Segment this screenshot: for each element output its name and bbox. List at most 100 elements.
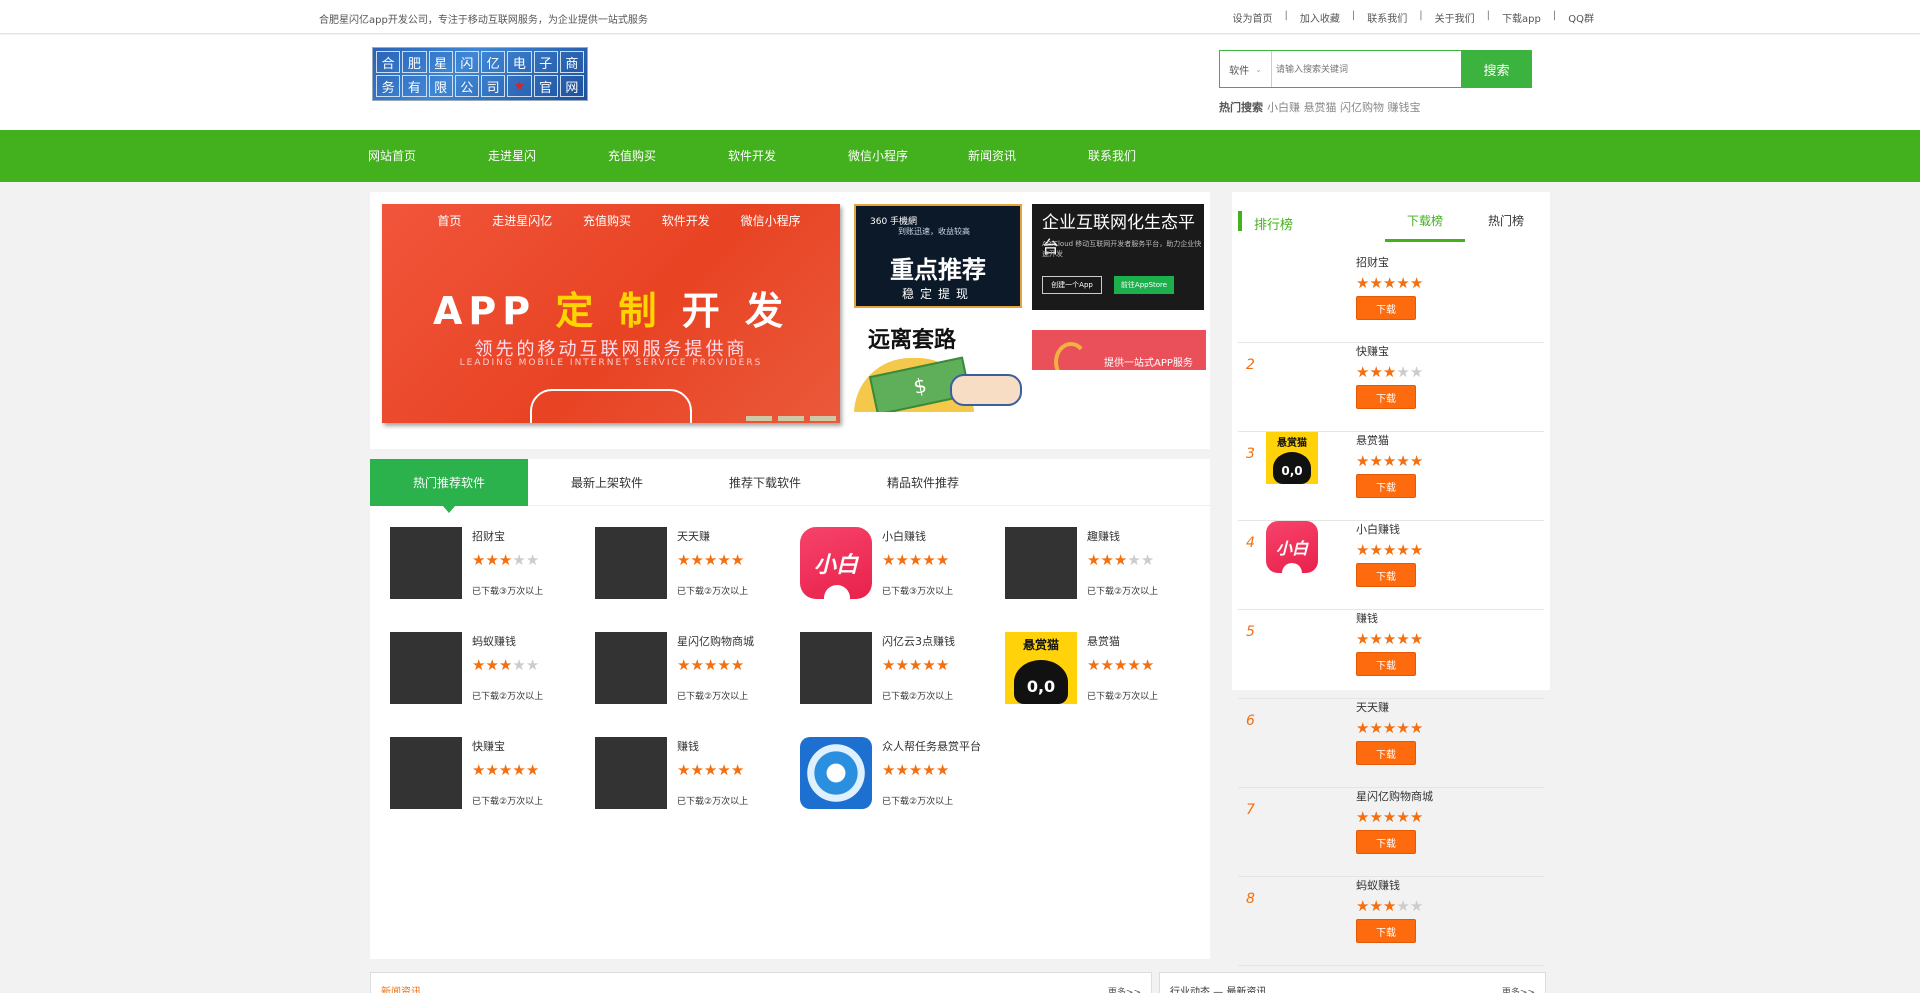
banner-menu: 首页 走进星闪亿 充值购买 软件开发 微信小程序	[382, 212, 840, 229]
search-category-select[interactable]: 软件 ⌄	[1220, 51, 1272, 87]
hot-search-words[interactable]: 小白赚 悬赏猫 闪亿购物 赚钱宝	[1267, 101, 1421, 114]
xiaobai-app-icon[interactable]: 小白	[800, 527, 872, 601]
ranking-item: 7 星闪亿购物商城 ★★★★★ 下载	[1238, 788, 1544, 877]
app-placeholder-icon[interactable]	[390, 527, 462, 599]
app-card[interactable]: 蚂蚁赚钱 ★★★★★ 已下载②万次以上	[390, 632, 580, 704]
app-placeholder-icon[interactable]	[595, 737, 667, 809]
app-download-count: 已下载②万次以上	[677, 692, 749, 702]
logo-char: 肥	[402, 51, 427, 73]
app-card[interactable]: 赚众人帮任务悬赏平台 ★★★★★ 已下载②万次以上	[800, 737, 990, 809]
app-name[interactable]: 众人帮任务悬赏平台	[882, 738, 981, 754]
app-card[interactable]: 招财宝 ★★★★★ 已下载③万次以上	[390, 527, 580, 599]
rank-app-name[interactable]: 小白赚钱	[1356, 521, 1400, 537]
tab-hot[interactable]: 热门推荐软件	[370, 459, 528, 513]
ranking-tab-downloads[interactable]: 下载榜	[1385, 206, 1465, 242]
rank-app-name[interactable]: 天天赚	[1356, 699, 1389, 715]
cat-app-icon[interactable]: 悬赏猫 0,0	[1266, 432, 1318, 484]
app-name[interactable]: 趣赚钱	[1087, 528, 1120, 544]
nav-item-recharge[interactable]: 充值购买	[608, 147, 656, 164]
tab-newest[interactable]: 最新上架软件	[528, 459, 686, 506]
app-name[interactable]: 天天赚	[677, 528, 710, 544]
slider-dot[interactable]	[810, 416, 836, 421]
app-placeholder-icon[interactable]	[800, 632, 872, 704]
banner-menu-item: 走进星闪亿	[492, 214, 553, 228]
top-link-home[interactable]: 设为首页	[1233, 10, 1273, 25]
app-placeholder-icon[interactable]	[595, 527, 667, 599]
nav-item-software[interactable]: 软件开发	[728, 147, 776, 164]
app-card[interactable]: 赚钱 ★★★★★ 已下载②万次以上	[595, 737, 785, 809]
rank-app-name[interactable]: 悬赏猫	[1356, 432, 1389, 448]
top-link-download-app[interactable]: 下载app	[1502, 10, 1541, 25]
ad-recommend[interactable]: 360 手機網 到账迅速，收益较高 重点推荐 稳定提现	[854, 204, 1022, 308]
rank-download-button[interactable]: 下载	[1356, 652, 1416, 676]
rank-download-button[interactable]: 下载	[1356, 830, 1416, 854]
banner-menu-item: 充值购买	[582, 214, 631, 228]
top-link-qq[interactable]: QQ群	[1568, 10, 1594, 25]
app-name[interactable]: 星闪亿购物商城	[677, 633, 754, 649]
nav-item-news[interactable]: 新闻资讯	[968, 147, 1016, 164]
app-card[interactable]: 天天赚 ★★★★★ 已下载②万次以上	[595, 527, 785, 599]
logo-char: 合	[376, 51, 401, 73]
industry-box-title: 行业动态 — 最新资讯	[1170, 987, 1267, 993]
rank-app-name[interactable]: 蚂蚁赚钱	[1356, 877, 1400, 893]
ranking-header: 排行榜 下载榜 热门榜	[1238, 206, 1546, 242]
logo-char: 星	[428, 51, 453, 73]
top-link-about[interactable]: 关于我们	[1435, 10, 1475, 25]
rank-app-name[interactable]: 赚钱	[1356, 610, 1378, 626]
tab-recommended[interactable]: 推荐下载软件	[686, 459, 844, 506]
app-placeholder-icon[interactable]	[595, 632, 667, 704]
search-input[interactable]	[1276, 57, 1456, 81]
top-link-contact[interactable]: 联系我们	[1367, 10, 1407, 25]
tab-featured[interactable]: 精品软件推荐	[844, 459, 1002, 506]
site-logo[interactable]: 合 肥 星 闪 亿 电 子 商 务 有 限 公 司 ★ 官 网	[372, 47, 588, 101]
rank-download-button[interactable]: 下载	[1356, 296, 1416, 320]
app-name[interactable]: 招财宝	[472, 528, 505, 544]
nav-item-home[interactable]: 网站首页	[368, 147, 416, 164]
app-name[interactable]: 闪亿云3点赚钱	[882, 633, 955, 649]
zhuan-app-icon[interactable]: 赚	[800, 737, 872, 809]
nav-item-contact[interactable]: 联系我们	[1088, 147, 1136, 164]
app-download-count: 已下载②万次以上	[882, 797, 954, 807]
main-nav: 网站首页 走进星闪 充值购买 软件开发 微信小程序 新闻资讯 联系我们	[0, 130, 1920, 182]
ad-no-tricks[interactable]: $ 远离套路	[854, 322, 1024, 412]
nav-item-about[interactable]: 走进星闪	[488, 147, 536, 164]
news-more-link[interactable]: 更多>>	[1108, 985, 1141, 993]
top-link-favorite[interactable]: 加入收藏	[1300, 10, 1340, 25]
logo-char: 网	[559, 75, 584, 97]
ranking-tab-hot[interactable]: 热门榜	[1466, 206, 1546, 229]
app-name[interactable]: 赚钱	[677, 738, 699, 754]
app-placeholder-icon[interactable]	[1005, 527, 1077, 599]
rank-download-button[interactable]: 下载	[1356, 919, 1416, 943]
app-placeholder-icon[interactable]	[390, 632, 462, 704]
app-card[interactable]: 小白 小白赚钱 ★★★★★ 已下载③万次以上	[800, 527, 990, 601]
rank-download-button[interactable]: 下载	[1356, 385, 1416, 409]
slider-dot[interactable]	[778, 416, 804, 421]
app-card[interactable]: 趣赚钱 ★★★★★ 已下载②万次以上	[1005, 527, 1195, 599]
industry-more-link[interactable]: 更多>>	[1502, 985, 1535, 993]
xiaobai-app-icon[interactable]: 小白	[1266, 521, 1318, 575]
ad-one-stop[interactable]: 提供一站式APP服务	[1032, 330, 1206, 370]
app-card[interactable]: 悬赏猫 0,0 悬赏猫 ★★★★★ 已下载②万次以上	[1005, 632, 1195, 704]
cat-app-icon[interactable]: 悬赏猫 0,0	[1005, 632, 1077, 704]
rank-download-button[interactable]: 下载	[1356, 741, 1416, 765]
app-card[interactable]: 快赚宝 ★★★★★ 已下载②万次以上	[390, 737, 580, 809]
ranking-item: 2 快赚宝 ★★★★★ 下载	[1238, 343, 1544, 432]
search-button[interactable]: 搜索	[1461, 50, 1532, 88]
logo-char: 务	[376, 75, 401, 97]
nav-item-miniprogram[interactable]: 微信小程序	[848, 147, 908, 164]
rank-app-name[interactable]: 招财宝	[1356, 254, 1389, 270]
app-name[interactable]: 小白赚钱	[882, 528, 926, 544]
banner-slider[interactable]: 首页 走进星闪亿 充值购买 软件开发 微信小程序 APP 定 制 开 发 领先的…	[382, 204, 840, 423]
app-placeholder-icon[interactable]	[390, 737, 462, 809]
app-card[interactable]: 闪亿云3点赚钱 ★★★★★ 已下载②万次以上	[800, 632, 990, 704]
rank-app-name[interactable]: 快赚宝	[1356, 343, 1389, 359]
rank-download-button[interactable]: 下载	[1356, 563, 1416, 587]
app-name[interactable]: 蚂蚁赚钱	[472, 633, 516, 649]
app-name[interactable]: 悬赏猫	[1087, 633, 1120, 649]
rank-download-button[interactable]: 下载	[1356, 474, 1416, 498]
app-name[interactable]: 快赚宝	[472, 738, 505, 754]
app-card[interactable]: 星闪亿购物商城 ★★★★★ 已下载②万次以上	[595, 632, 785, 704]
rank-app-name[interactable]: 星闪亿购物商城	[1356, 788, 1433, 804]
slider-dot[interactable]	[746, 416, 772, 421]
ad-enterprise[interactable]: 企业互联网化生态平台 APICloud 移动互联网开发者服务平台，助力企业快速开…	[1032, 204, 1204, 310]
